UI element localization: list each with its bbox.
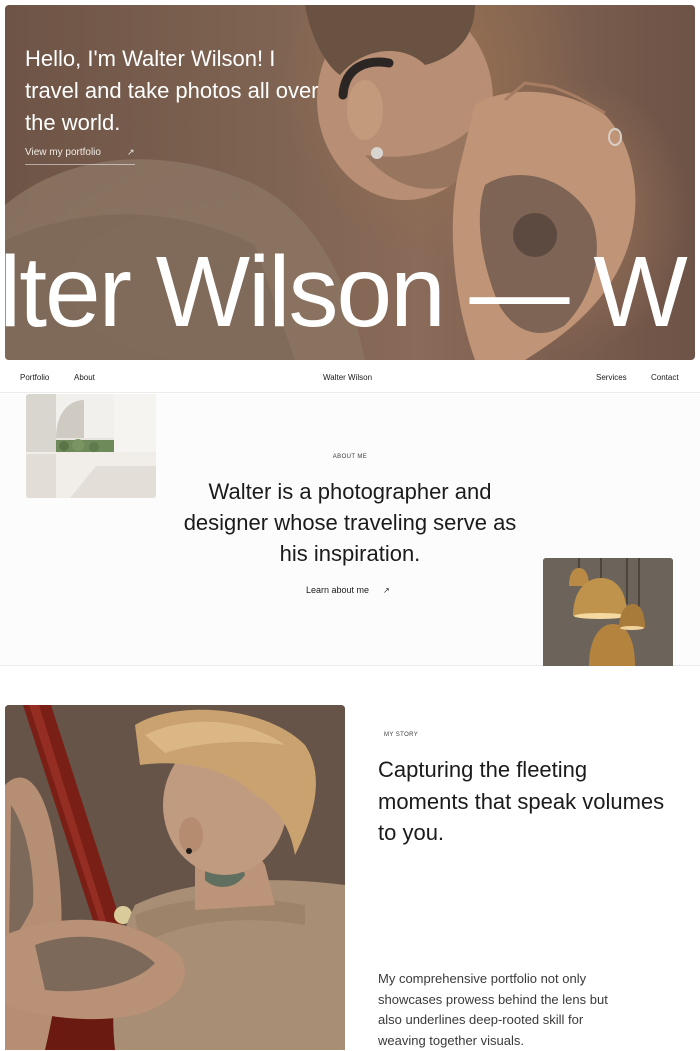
view-portfolio-link[interactable]: View my portfolio ↗: [25, 147, 135, 165]
story-heading: Capturing the fleeting moments that spea…: [378, 757, 665, 845]
architecture-photo: [26, 394, 156, 498]
about-section: ABOUT ME Walter is a photographer and de…: [0, 394, 700, 666]
nav-contact-link[interactable]: Contact: [651, 373, 679, 382]
learn-about-me-link[interactable]: Learn about me ↗: [306, 585, 390, 595]
nav-brand[interactable]: Walter Wilson: [323, 373, 372, 382]
hero-name-marquee: lter Wilson — W: [5, 236, 688, 348]
hero-greeting: Hello, I'm Walter Wilson! I travel and t…: [25, 46, 319, 135]
nav-services-link[interactable]: Services: [596, 373, 627, 382]
arrow-up-right-icon: ↗: [126, 147, 135, 157]
arrow-up-right-icon: ↗: [383, 585, 390, 595]
guitarist-photo: [5, 705, 345, 1050]
story-body: My comprehensive portfolio not only show…: [378, 971, 608, 1048]
learn-about-me-label: Learn about me: [306, 585, 370, 595]
hero-section: Hello, I'm Walter Wilson! I travel and t…: [5, 5, 695, 360]
nav-about-link[interactable]: About: [74, 373, 95, 382]
about-label: ABOUT ME: [332, 454, 368, 460]
pendant-lamps-photo: [543, 558, 673, 666]
nav-portfolio-link[interactable]: Portfolio: [20, 373, 49, 382]
about-heading: Walter is a photographer and designer wh…: [183, 479, 517, 566]
story-label: MY STORY: [384, 732, 419, 738]
top-nav: Portfolio About Walter Wilson Services C…: [0, 363, 700, 393]
view-portfolio-label: View my portfolio: [25, 147, 101, 158]
